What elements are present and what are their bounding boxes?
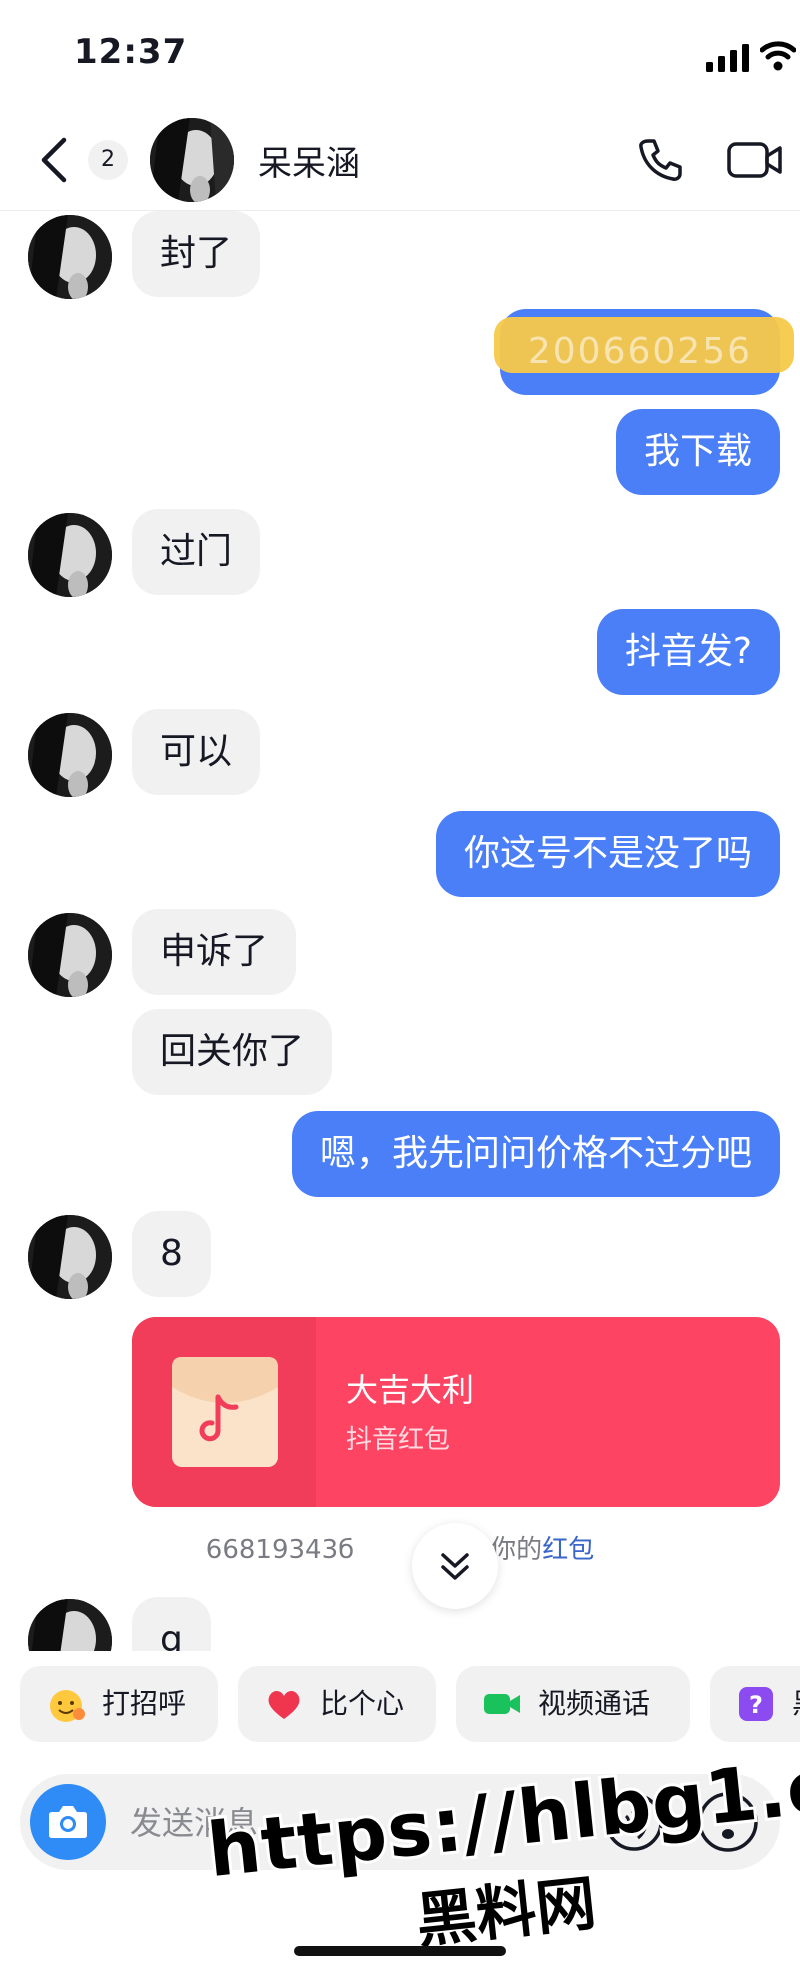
status-time: 12:37 bbox=[74, 32, 188, 72]
wave-emoji-icon bbox=[50, 1690, 85, 1722]
watermark-site-name: 黑料网 bbox=[410, 1865, 602, 1959]
quick-reply-label: 视频通话 bbox=[538, 1687, 651, 1720]
quick-reply-label: 比个心 bbox=[320, 1687, 405, 1720]
scroll-to-bottom-button[interactable] bbox=[412, 1523, 498, 1609]
message-bubble-incoming[interactable]: 回关你了 bbox=[132, 1009, 333, 1095]
message-bubble-incoming[interactable]: 可以 bbox=[132, 709, 261, 795]
camera-icon bbox=[49, 1806, 87, 1838]
status-bar: 12:37 bbox=[0, 0, 800, 110]
phone-call-icon[interactable] bbox=[636, 136, 684, 184]
camera-button[interactable] bbox=[30, 1784, 106, 1860]
message-bubble-outgoing-redacted[interactable]: 200660256 bbox=[493, 309, 794, 395]
message-list[interactable]: 封了 200660256 我下载 过门 抖音发? 可以 你这号不是没了吗 申诉了… bbox=[0, 211, 800, 1651]
message-bubble-incoming[interactable]: 申诉了 bbox=[132, 909, 297, 995]
video-call-icon[interactable] bbox=[726, 138, 784, 182]
red-packet-title: 大吉大利 bbox=[346, 1371, 475, 1409]
message-bubble-outgoing[interactable]: 嗯，我先问问价格不过分吧 bbox=[291, 1111, 780, 1197]
quick-reply-heart[interactable]: 比个心 bbox=[238, 1666, 436, 1742]
svg-text:?: ? bbox=[749, 1691, 763, 1719]
system-notice: 66819343б取了你的红包 bbox=[0, 1529, 800, 1566]
sender-avatar[interactable] bbox=[28, 913, 112, 997]
message-bubble-incoming[interactable]: 过门 bbox=[132, 509, 261, 595]
system-notice-prefix: 66819343б bbox=[205, 1535, 355, 1565]
sender-avatar[interactable] bbox=[28, 215, 112, 299]
message-bubble-incoming[interactable]: 封了 bbox=[132, 211, 261, 297]
red-packet-card[interactable]: 大吉大利 抖音红包 bbox=[132, 1317, 780, 1507]
cellular-signal-icon bbox=[706, 44, 749, 72]
double-chevron-down-icon bbox=[441, 1553, 469, 1580]
sender-avatar[interactable] bbox=[28, 513, 112, 597]
question-box-icon: ? bbox=[739, 1687, 773, 1721]
red-packet-link[interactable]: 红包 bbox=[542, 1535, 594, 1565]
home-indicator bbox=[294, 1946, 506, 1956]
unread-count-badge: 2 bbox=[88, 140, 128, 180]
quick-reply-label: 黑 bbox=[792, 1687, 800, 1720]
quick-reply-bar: 打招呼 比个心 视频通话 ? 黑 bbox=[0, 1666, 800, 1748]
message-bubble-outgoing[interactable]: 我下载 bbox=[615, 409, 780, 495]
sender-avatar[interactable] bbox=[28, 713, 112, 797]
quick-reply-greet[interactable]: 打招呼 bbox=[20, 1666, 218, 1742]
heart-icon bbox=[268, 1690, 300, 1719]
video-camera-icon bbox=[484, 1694, 520, 1714]
contact-avatar[interactable] bbox=[150, 118, 234, 202]
sender-avatar[interactable] bbox=[28, 1215, 112, 1299]
quick-reply-video-call[interactable]: 视频通话 bbox=[456, 1666, 690, 1742]
red-envelope-icon bbox=[172, 1357, 278, 1467]
message-bubble-incoming[interactable]: g bbox=[132, 1597, 211, 1651]
chat-header: 2 呆呆涵 bbox=[0, 110, 800, 211]
back-chevron-icon[interactable] bbox=[36, 134, 72, 186]
message-bubble-incoming[interactable]: 8 bbox=[132, 1211, 211, 1297]
message-bubble-outgoing[interactable]: 抖音发? bbox=[596, 609, 780, 695]
sender-avatar[interactable] bbox=[28, 1599, 112, 1651]
wifi-icon bbox=[760, 41, 796, 71]
quick-reply-label: 打招呼 bbox=[102, 1687, 187, 1720]
red-packet-subtitle: 抖音红包 bbox=[346, 1425, 451, 1455]
contact-name[interactable]: 呆呆涵 bbox=[258, 136, 360, 185]
quick-reply-more[interactable]: ? 黑 bbox=[710, 1666, 800, 1742]
message-bubble-outgoing[interactable]: 你这号不是没了吗 bbox=[435, 811, 780, 897]
